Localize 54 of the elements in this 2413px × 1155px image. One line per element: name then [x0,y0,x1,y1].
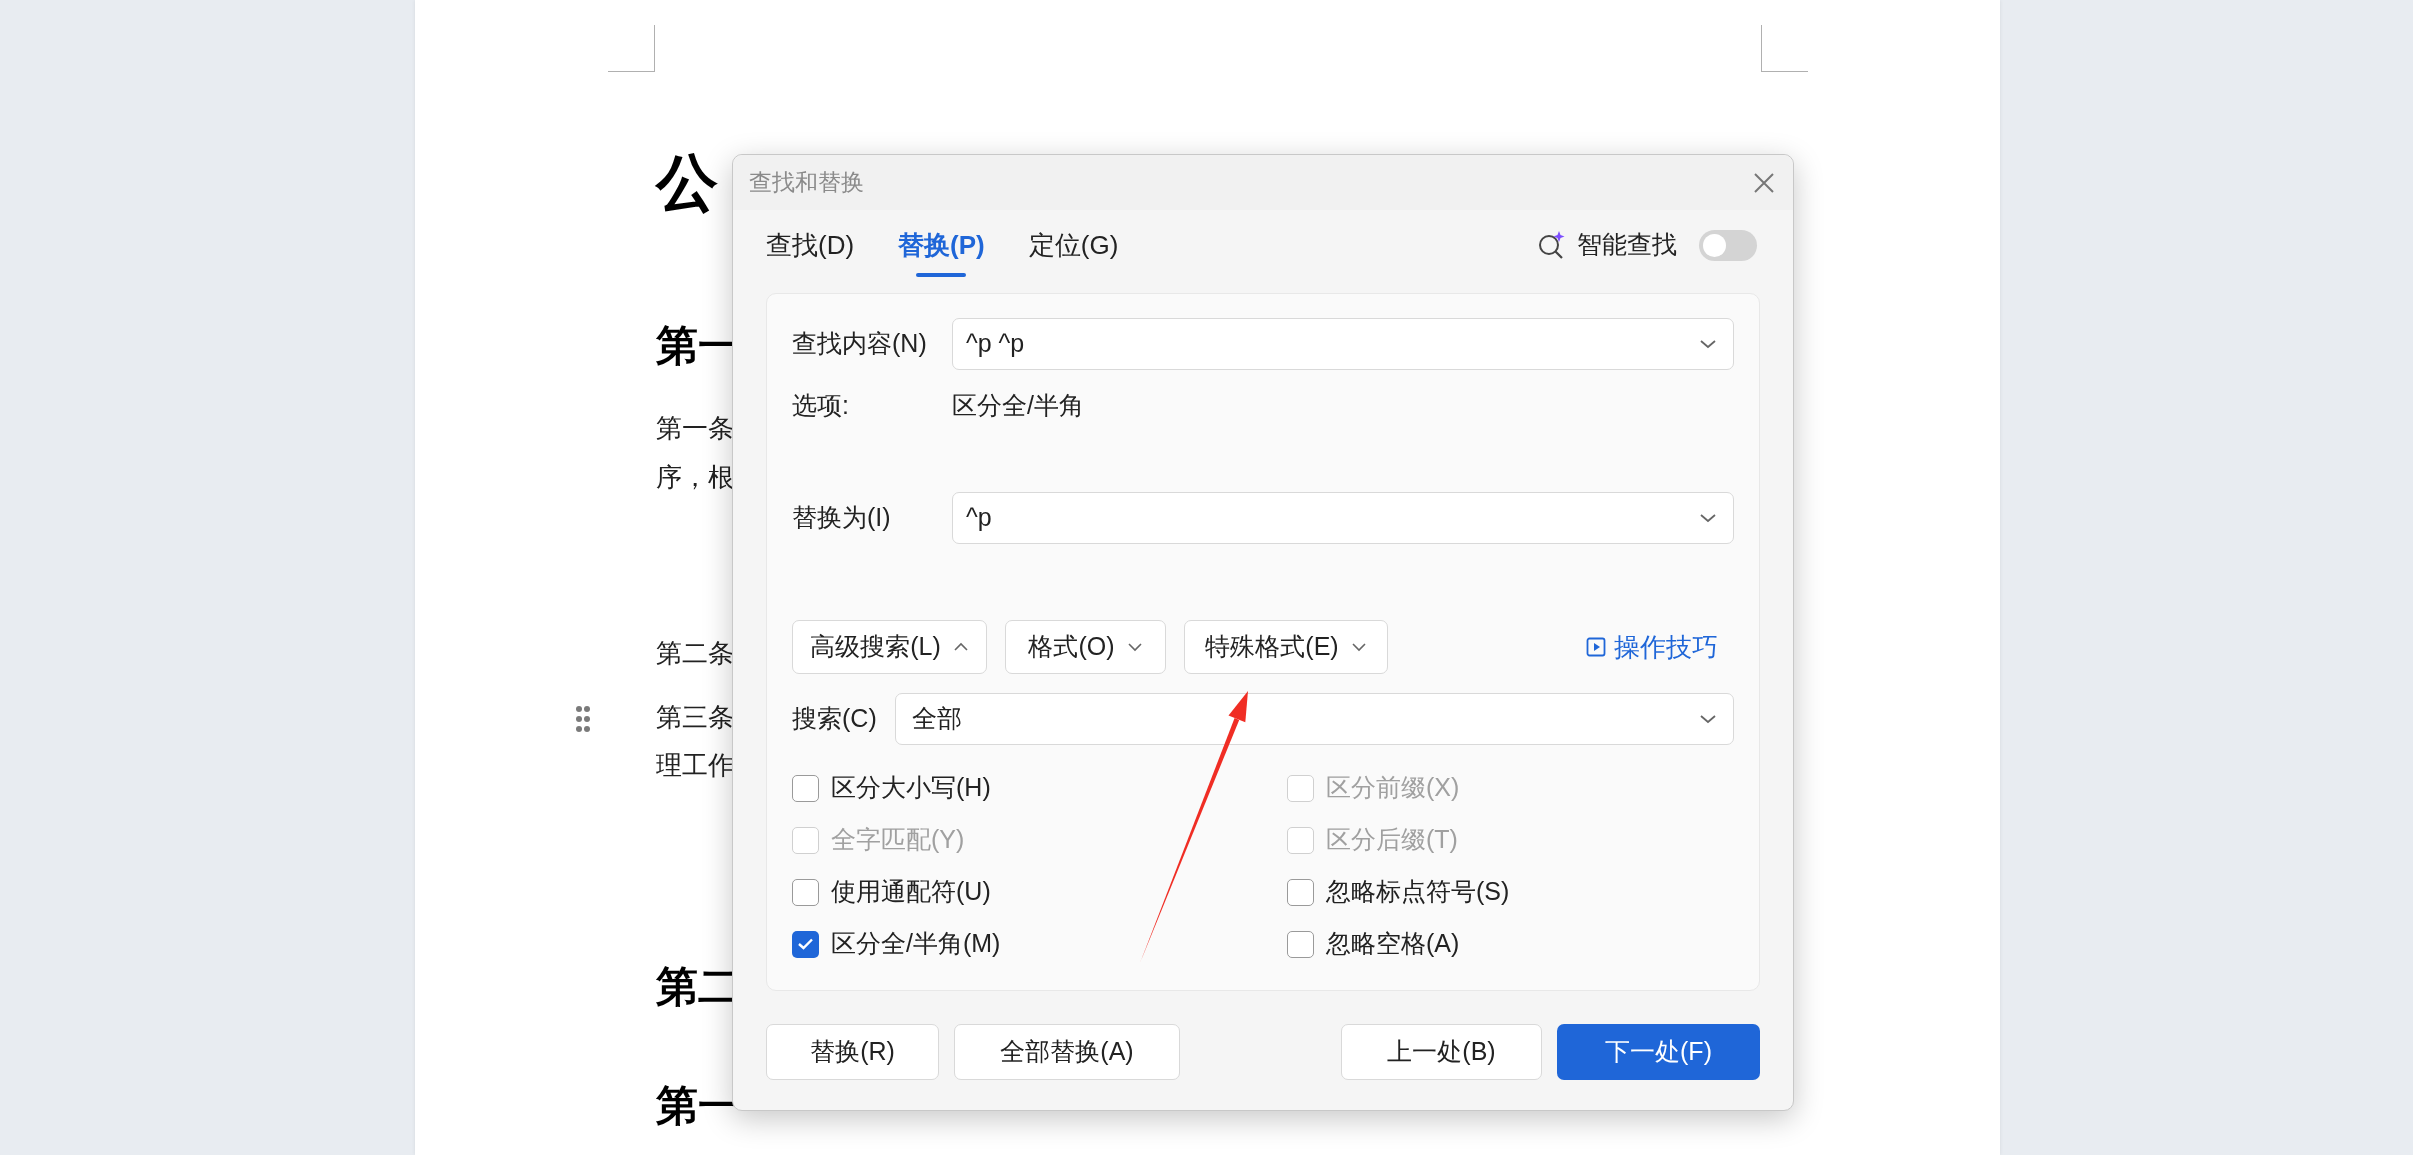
primary-button[interactable]: 下一处(F) [1557,1024,1760,1080]
checkbox[interactable] [1287,930,1314,958]
chevron-down-icon [1126,641,1143,653]
search-scope-label: 搜索(C) [792,703,878,735]
dialog-button[interactable]: 全部替换(A) [954,1024,1180,1080]
tips-link[interactable]: 操作技巧 [1586,627,1718,667]
checkbox-label: 区分大小写(H) [831,772,991,804]
dialog-button[interactable]: 替换(R) [766,1024,939,1080]
chevron-down-icon[interactable] [1699,338,1717,350]
corner-mark [608,25,655,72]
chevron-down-icon[interactable] [1699,713,1717,725]
checkbox-label: 区分前缀(X) [1326,772,1460,804]
replace-label: 替换为(I) [792,502,892,534]
drag-handle-icon[interactable] [575,705,591,733]
checkbox[interactable] [792,774,819,802]
paragraph-text: 第三条 [656,700,734,734]
smart-find-toggle[interactable] [1699,229,1757,261]
paragraph-text: 理工作 [656,748,734,782]
corner-mark [1761,25,1808,72]
checkbox[interactable] [1287,878,1314,906]
paragraph-text: 第二条 [656,636,734,670]
checkbox-label: 忽略标点符号(S) [1326,876,1510,908]
chevron-down-icon[interactable] [1699,512,1717,524]
checkbox[interactable] [792,930,819,958]
tab[interactable]: 查找(D) [766,225,855,277]
chevron-up-icon [952,641,969,653]
checkbox-label: 使用通配符(U) [831,876,991,908]
checkbox-label: 区分全/半角(M) [831,928,1001,960]
play-icon [1586,637,1606,657]
menu-button[interactable]: 格式(O) [1005,620,1166,674]
tab[interactable]: 定位(G) [1028,225,1119,277]
options-value: 区分全/半角 [952,390,1084,422]
find-field[interactable]: ^p ^p [952,318,1734,370]
smart-find-label: 智能查找 [1577,229,1677,261]
find-label: 查找内容(N) [792,328,928,360]
window-title: 查找和替换 [749,168,864,198]
checkbox-label: 忽略空格(A) [1326,928,1460,960]
search-scope-dropdown[interactable]: 全部 [895,693,1734,745]
chevron-down-icon [1350,641,1367,653]
menu-button[interactable]: 特殊格式(E) [1184,620,1388,674]
close-icon[interactable] [1753,171,1775,194]
checkbox-label: 区分后缀(T) [1326,824,1458,856]
menu-button[interactable]: 高级搜索(L) [792,620,987,674]
checkbox[interactable] [792,878,819,906]
replace-field[interactable]: ^p [952,492,1734,544]
smart-search-icon [1537,230,1567,260]
tab[interactable]: 替换(P) [898,225,985,277]
checkbox-label: 全字匹配(Y) [831,824,965,856]
document-title: 公 [656,146,718,219]
paragraph-text: 第一条 [656,411,734,445]
dialog-button[interactable]: 上一处(B) [1341,1024,1542,1080]
options-label: 选项: [792,390,850,422]
paragraph-text: 序，根 [656,460,734,494]
checkmark-icon [797,937,814,951]
